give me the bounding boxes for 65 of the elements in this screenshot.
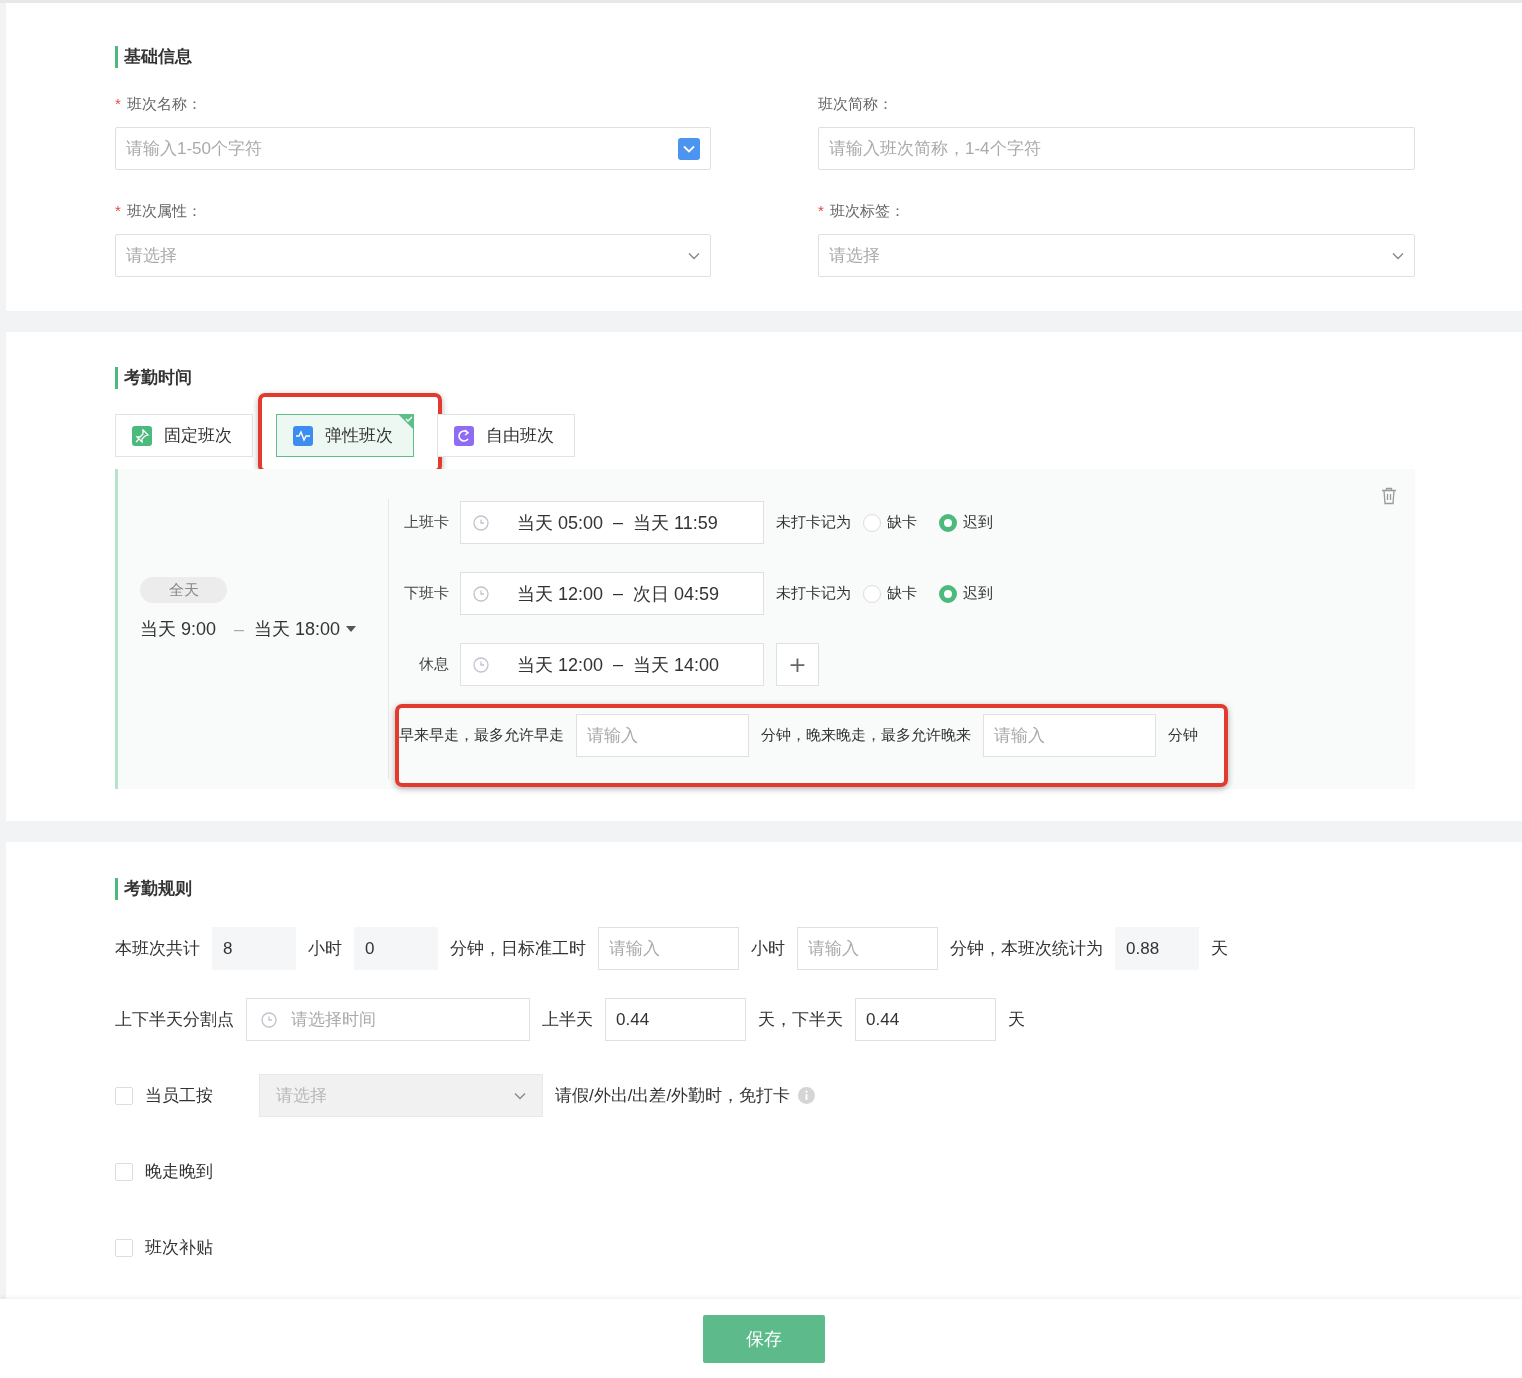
- rule-text: 小时: [751, 938, 785, 960]
- chevron-down-icon: [514, 1091, 526, 1100]
- checkbox-label: 晚走晚到: [145, 1161, 214, 1183]
- checkbox[interactable]: [115, 1238, 133, 1257]
- field-label: 班次属性：: [126, 201, 202, 221]
- add-button[interactable]: +: [776, 643, 819, 686]
- clock-icon: [473, 585, 489, 602]
- rule-note: 请假/外出/出差/外勤时，免打卡: [555, 1085, 791, 1107]
- clock-icon: [473, 514, 489, 531]
- chevron-down-icon: [1392, 251, 1404, 260]
- radio-option[interactable]: 迟到: [939, 584, 993, 603]
- rule-text: 天: [1211, 938, 1228, 960]
- chevron-down-icon: [688, 251, 700, 260]
- input-field[interactable]: 0.44: [605, 998, 746, 1041]
- row-label: 上班卡: [403, 513, 449, 532]
- shift-type-tab[interactable]: 弹性班次: [276, 414, 414, 457]
- missing-punch-label: 未打卡记为: [776, 584, 851, 603]
- rule-text: 上半天: [542, 1009, 593, 1031]
- radio-option[interactable]: 缺卡: [863, 584, 917, 603]
- section-title: 基础信息: [115, 46, 192, 68]
- end-time[interactable]: 当天 18:00: [254, 617, 341, 641]
- row-label: 下班卡: [403, 584, 449, 603]
- rule-text: 本班次共计: [115, 938, 200, 960]
- check-corner-icon: [398, 414, 414, 430]
- clock-icon: [261, 1011, 277, 1028]
- tolerance-label: 分钟，晚来晚走，最多允许晚来: [761, 726, 971, 745]
- rule-text: 上下半天分割点: [115, 1009, 234, 1031]
- chevron-down-icon: [683, 144, 695, 153]
- range-separator: –: [234, 618, 245, 640]
- tolerance-label: 早来早走，最多允许早走: [399, 726, 564, 745]
- delete-icon[interactable]: [1381, 487, 1397, 505]
- rule-text: 分钟，日标准工时: [450, 938, 586, 960]
- field-label: 班次简称：: [818, 94, 893, 114]
- dropdown-icon[interactable]: [678, 137, 700, 160]
- checkbox-label: 班次补贴: [145, 1237, 214, 1259]
- caret-down-icon[interactable]: [346, 626, 357, 632]
- required-mark: *: [818, 201, 824, 221]
- info-icon[interactable]: [798, 1087, 816, 1104]
- missing-punch-label: 未打卡记为: [776, 513, 851, 532]
- rule-text: 天，下半天: [758, 1009, 843, 1031]
- row-label: 休息: [418, 655, 449, 674]
- checkbox[interactable]: [115, 1086, 133, 1105]
- unit-label: 分钟: [1168, 726, 1198, 745]
- shift-type-tab[interactable]: 自由班次: [437, 414, 575, 457]
- time-range-field[interactable]: 当天 12:00 – 次日 04:59: [460, 572, 764, 615]
- rule-text: 天: [1008, 1009, 1025, 1031]
- start-time: 当天 9:00: [140, 618, 217, 641]
- required-mark: *: [115, 201, 121, 221]
- section-title: 考勤时间: [115, 367, 192, 389]
- checkbox[interactable]: [115, 1162, 133, 1181]
- input-field[interactable]: 0.44: [855, 998, 996, 1041]
- radio-option[interactable]: 缺卡: [863, 513, 917, 532]
- rule-text: 分钟，本班次统计为: [950, 938, 1103, 960]
- section-title: 考勤规则: [115, 878, 192, 900]
- clock-icon: [473, 656, 489, 673]
- field-label: 班次名称：: [126, 94, 202, 114]
- rule-text: 小时: [308, 938, 342, 960]
- all-day-tag: 全天: [140, 577, 227, 603]
- required-mark: *: [115, 94, 121, 114]
- radio-option[interactable]: 迟到: [939, 513, 993, 532]
- time-range-field[interactable]: 当天 05:00 – 当天 11:59: [460, 501, 764, 544]
- checkbox-label: 当员工按: [145, 1085, 214, 1107]
- shift-type-tab[interactable]: 固定班次: [115, 414, 253, 457]
- field-label: 班次标签：: [829, 201, 905, 221]
- time-range-field[interactable]: 当天 12:00 – 当天 14:00: [460, 643, 764, 686]
